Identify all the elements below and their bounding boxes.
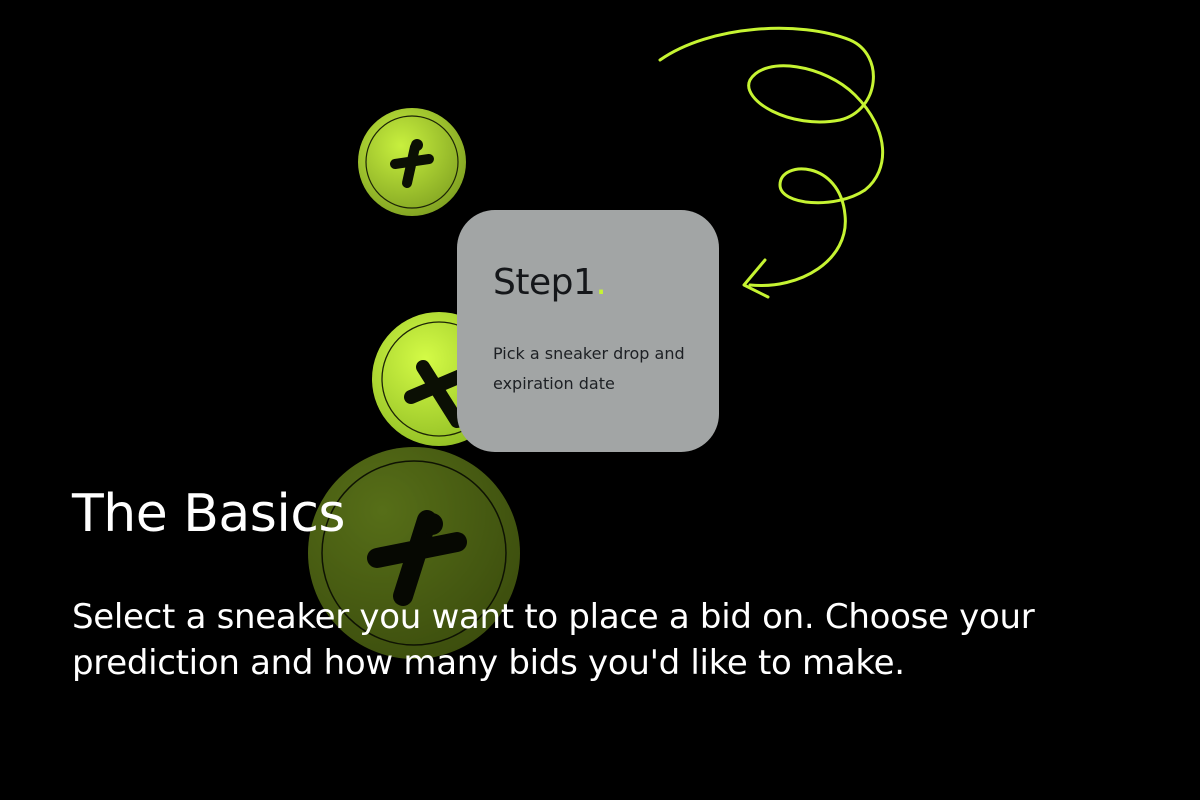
page-title: The Basics	[72, 484, 346, 544]
logo-coin-small-icon	[357, 107, 467, 217]
step-title-text: Step1	[493, 262, 596, 303]
step-title-dot: .	[595, 262, 607, 303]
step-description: Pick a sneaker drop and expiration date	[493, 344, 685, 393]
onboarding-screen: Step1. Pick a sneaker drop and expiratio…	[0, 0, 1200, 800]
page-description: Select a sneaker you want to place a bid…	[72, 597, 1035, 683]
step-title: Step1.	[493, 265, 689, 301]
step-card: Step1. Pick a sneaker drop and expiratio…	[457, 210, 719, 452]
